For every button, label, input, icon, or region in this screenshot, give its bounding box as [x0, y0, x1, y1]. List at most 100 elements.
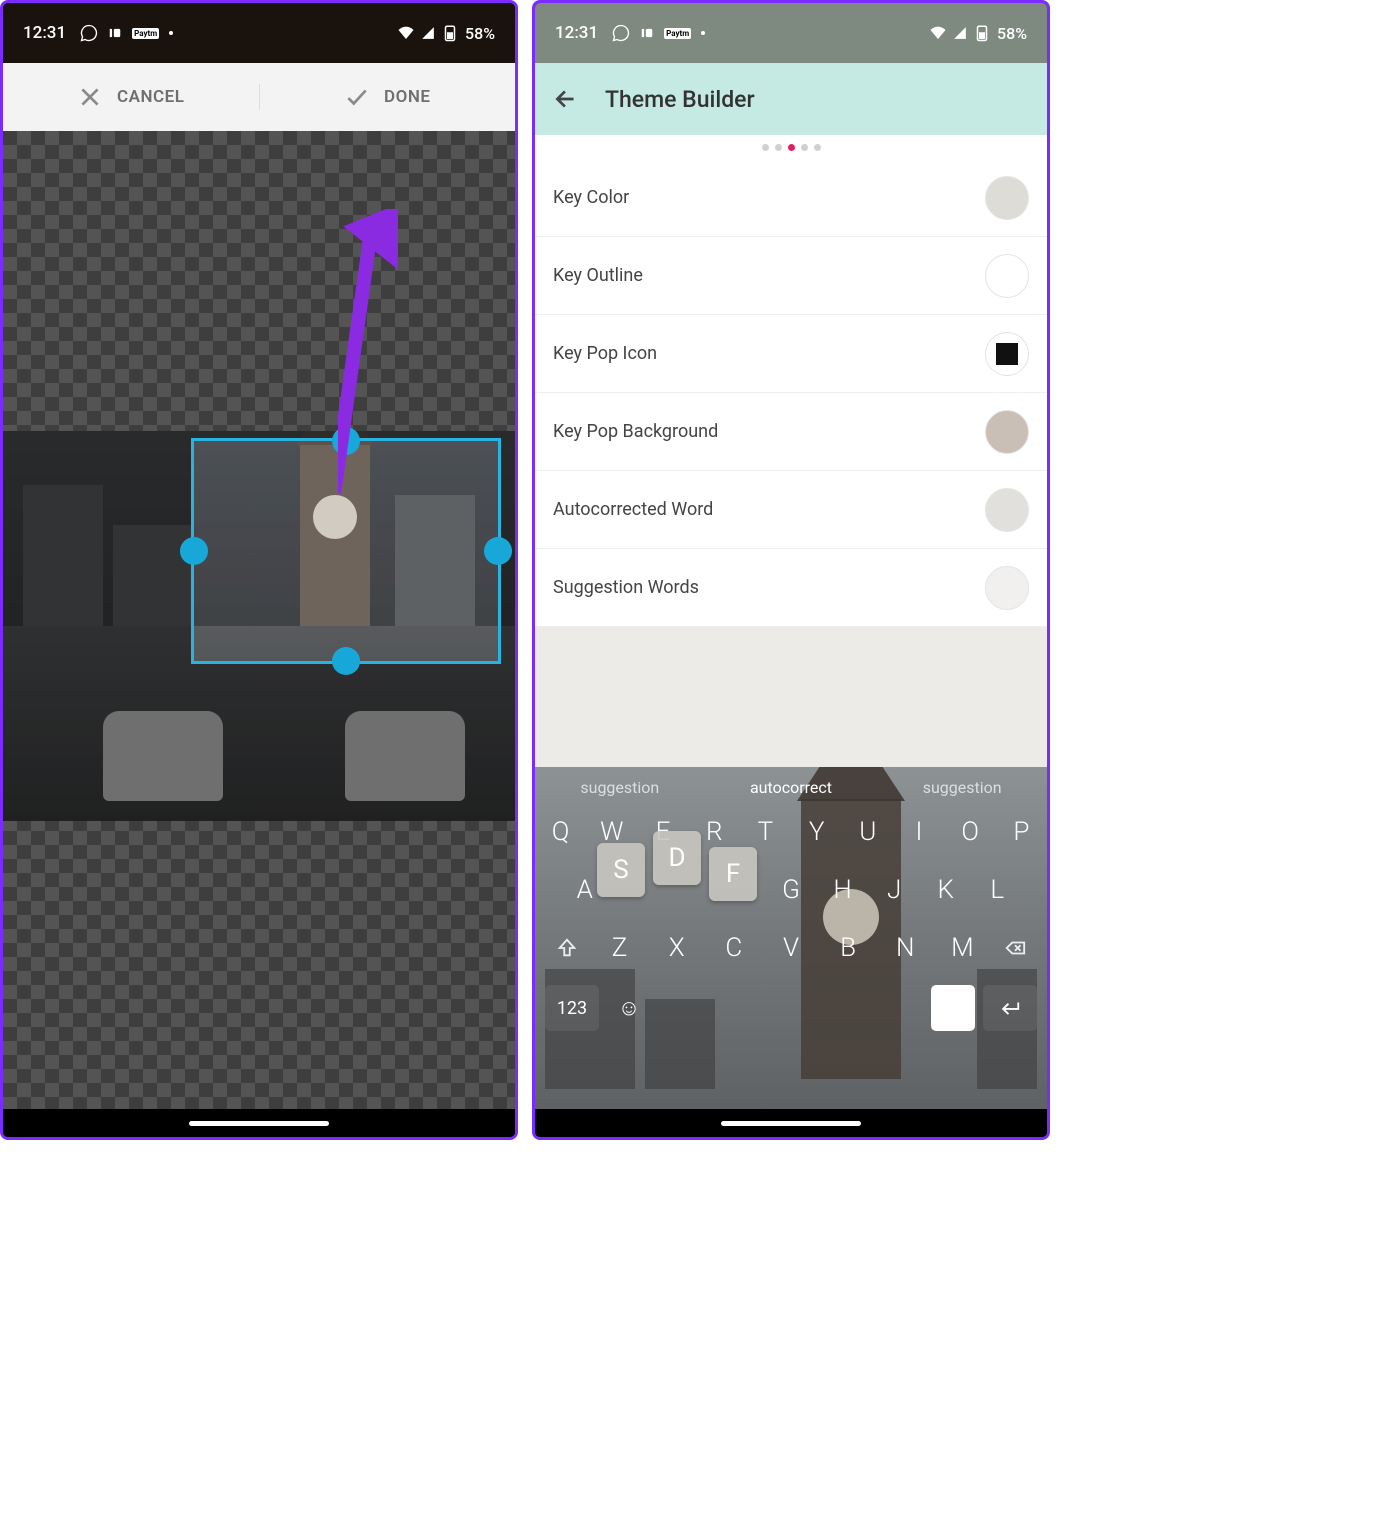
key-j[interactable]: J: [868, 875, 920, 905]
paytm-icon: Paytm: [132, 28, 159, 39]
key-o[interactable]: O: [945, 817, 996, 847]
color-swatch[interactable]: [985, 254, 1029, 298]
color-swatch[interactable]: [985, 566, 1029, 610]
key-z[interactable]: Z: [591, 933, 648, 963]
key-x[interactable]: X: [648, 933, 705, 963]
battery-icon: [973, 24, 991, 42]
close-icon: [77, 84, 103, 110]
setting-label: Key Pop Icon: [553, 343, 657, 364]
nav-bar[interactable]: [3, 1109, 515, 1137]
battery-icon: [441, 24, 459, 42]
key-p[interactable]: P: [996, 817, 1047, 847]
suggestion-left[interactable]: suggestion: [580, 778, 659, 797]
setting-row[interactable]: Key Outline: [535, 237, 1047, 315]
key-k[interactable]: K: [920, 875, 972, 905]
key-l[interactable]: L: [972, 875, 1024, 905]
color-swatch[interactable]: [985, 176, 1029, 220]
status-battery: 58%: [465, 24, 495, 43]
period-key[interactable]: .: [931, 985, 975, 1031]
key-q[interactable]: Q: [535, 817, 586, 847]
signal-icon: [421, 26, 435, 40]
autocorrect-center[interactable]: autocorrect: [750, 778, 832, 797]
page-title: Theme Builder: [605, 86, 755, 113]
numeric-key[interactable]: 123: [545, 985, 599, 1031]
key-c[interactable]: C: [705, 933, 762, 963]
status-bar: 12:31 Paytm 58%: [3, 3, 515, 63]
setting-label: Autocorrected Word: [553, 499, 713, 520]
page-dot[interactable]: [801, 144, 808, 151]
setting-row[interactable]: Key Pop Icon: [535, 315, 1047, 393]
key-y[interactable]: Y: [791, 817, 842, 847]
key-popup: S: [597, 843, 645, 897]
empty-area: [535, 627, 1047, 767]
suggestion-right[interactable]: suggestion: [923, 778, 1002, 797]
page-indicator[interactable]: [535, 135, 1047, 159]
keyboard-preview: suggestion autocorrect suggestion QWERTY…: [535, 767, 1047, 1109]
key-n[interactable]: N: [877, 933, 934, 963]
check-icon: [344, 84, 370, 110]
status-battery: 58%: [997, 24, 1027, 43]
crop-selection[interactable]: [191, 438, 501, 664]
id-icon: [108, 26, 122, 40]
status-time: 12:31: [555, 23, 598, 43]
whatsapp-icon: [612, 24, 630, 42]
cancel-label: CANCEL: [117, 87, 184, 107]
crop-appbar: CANCEL DONE: [3, 63, 515, 131]
theme-appbar: Theme Builder: [535, 63, 1047, 135]
setting-label: Suggestion Words: [553, 577, 699, 598]
setting-label: Key Color: [553, 187, 629, 208]
setting-row[interactable]: Autocorrected Word: [535, 471, 1047, 549]
crop-handle-left[interactable]: [180, 537, 208, 565]
key-t[interactable]: T: [740, 817, 791, 847]
key-h[interactable]: H: [817, 875, 869, 905]
page-dot[interactable]: [814, 144, 821, 151]
page-dot[interactable]: [762, 144, 769, 151]
crop-handle-right[interactable]: [484, 537, 512, 565]
setting-row[interactable]: Key Color: [535, 159, 1047, 237]
crop-canvas[interactable]: [3, 131, 515, 1109]
color-swatch[interactable]: [985, 332, 1029, 376]
key-v[interactable]: V: [762, 933, 819, 963]
key-u[interactable]: U: [842, 817, 893, 847]
color-swatch[interactable]: [985, 410, 1029, 454]
wifi-icon: [397, 24, 415, 42]
done-button[interactable]: DONE: [259, 84, 516, 110]
emoji-key[interactable]: ☺: [607, 985, 651, 1031]
suggestion-bar[interactable]: suggestion autocorrect suggestion: [535, 767, 1047, 803]
settings-list: Key Color Key Outline Key Pop Icon Key Pop …: [535, 159, 1047, 627]
key-row-2: S D F ASDFGHJKL: [535, 861, 1047, 919]
key-row-bottom: 123 ☺ .: [535, 977, 1047, 1039]
color-swatch[interactable]: [985, 488, 1029, 532]
signal-icon: [953, 26, 967, 40]
key-b[interactable]: B: [820, 933, 877, 963]
back-icon[interactable]: [553, 86, 579, 112]
enter-key[interactable]: [983, 985, 1037, 1031]
page-dot[interactable]: [788, 144, 795, 151]
setting-row[interactable]: Key Pop Background: [535, 393, 1047, 471]
nav-bar[interactable]: [535, 1109, 1047, 1137]
status-bar: 12:31 Paytm 58%: [535, 3, 1047, 63]
page-dot[interactable]: [775, 144, 782, 151]
crop-editor-screen: 12:31 Paytm 58% CANCEL DONE: [0, 0, 518, 1140]
theme-builder-screen: 12:31 Paytm 58% Theme Builder Key ColorK…: [532, 0, 1050, 1140]
key-g[interactable]: G: [765, 875, 817, 905]
crop-handle-bottom[interactable]: [332, 647, 360, 675]
more-dot-icon: [169, 31, 173, 35]
key-popup: F: [709, 847, 757, 901]
setting-label: Key Outline: [553, 265, 643, 286]
backspace-key[interactable]: [991, 927, 1039, 969]
key-m[interactable]: M: [934, 933, 991, 963]
key-row-3: ZXCVBNM: [535, 919, 1047, 977]
shift-key[interactable]: [543, 927, 591, 969]
setting-row[interactable]: Suggestion Words: [535, 549, 1047, 627]
key-i[interactable]: I: [893, 817, 944, 847]
wifi-icon: [929, 24, 947, 42]
status-time: 12:31: [23, 23, 66, 43]
cancel-button[interactable]: CANCEL: [3, 84, 259, 110]
paytm-icon: Paytm: [664, 28, 691, 39]
whatsapp-icon: [80, 24, 98, 42]
more-dot-icon: [701, 31, 705, 35]
id-icon: [640, 26, 654, 40]
crop-handle-top[interactable]: [332, 427, 360, 455]
space-key[interactable]: [659, 985, 923, 1031]
